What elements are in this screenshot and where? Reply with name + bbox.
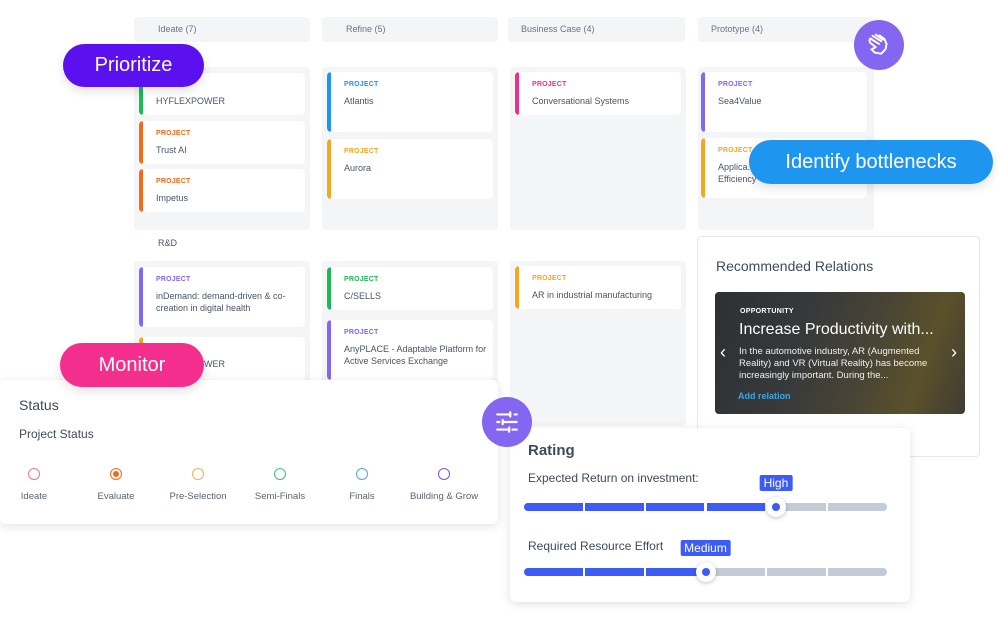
- slider-fill: [524, 503, 776, 511]
- card-title: Conversational Systems: [532, 96, 630, 106]
- project-status-label: Project Status: [19, 427, 94, 441]
- hand-pointer-icon: [854, 20, 904, 70]
- slider-value-tooltip: Medium: [680, 540, 731, 556]
- card-kind: PROJECT: [156, 276, 191, 283]
- project-card[interactable]: PROJECT inDemand: demand-driven & co-cre…: [139, 267, 305, 327]
- recommendation-description: In the automotive industry, AR (Augmente…: [739, 346, 928, 381]
- add-relation-link[interactable]: Add relation: [738, 391, 791, 401]
- card-kind: PROJECT: [156, 178, 191, 185]
- card-kind: PROJECT: [532, 275, 567, 282]
- card-title: Trust AI: [156, 145, 187, 155]
- lane-label-rnd: R&D: [158, 238, 178, 248]
- card-kind: PROJECT: [344, 329, 379, 336]
- card-kind: PROJECT: [718, 81, 753, 88]
- project-card[interactable]: PROJECT Aurora: [327, 139, 493, 199]
- slider-fill: [524, 568, 706, 576]
- project-card[interactable]: PROJECT Impetus: [139, 169, 305, 212]
- card-title: AR in industrial manufacturing: [532, 290, 653, 300]
- project-card[interactable]: PROJECT AR in industrial manufacturing: [515, 266, 681, 309]
- card-title: Aurora: [344, 163, 372, 173]
- identify-bottlenecks-callout: Identify bottlenecks: [749, 140, 993, 184]
- sliders-icon: [482, 397, 532, 447]
- status-title: Status: [19, 397, 59, 413]
- card-color-bar: [701, 138, 705, 198]
- card-kind: PROJECT: [344, 148, 379, 155]
- column-header-business-case[interactable]: Business Case (4): [508, 17, 685, 42]
- status-radio[interactable]: [28, 468, 40, 480]
- card-color-bar: [327, 139, 331, 199]
- column-header-ideate[interactable]: Ideate (7): [134, 17, 310, 42]
- slider-segment: [828, 568, 887, 576]
- column-header-prototype[interactable]: Prototype (4): [698, 17, 874, 42]
- card-color-bar: [139, 121, 143, 164]
- card-kind: PROJECT: [344, 276, 379, 283]
- roi-label: Expected Return on investment:: [528, 471, 699, 485]
- project-card[interactable]: PROJECT Atlantis: [327, 72, 493, 132]
- slider-segment: [767, 568, 827, 576]
- card-title: Atlantis: [344, 96, 374, 106]
- project-card[interactable]: PROJECT Sea4Value: [701, 72, 867, 132]
- recommendation-kind: OPPORTUNITY: [740, 308, 794, 315]
- column-header-refine[interactable]: Refine (5): [322, 17, 498, 42]
- card-color-bar: [515, 72, 519, 115]
- carousel-next-icon[interactable]: ›: [951, 342, 957, 363]
- project-card[interactable]: PROJECT AnyPLACE - Adaptable Platform fo…: [327, 320, 493, 380]
- rating-title: Rating: [528, 442, 575, 459]
- card-title: inDemand: demand-driven & co-creation in…: [156, 291, 286, 313]
- rating-panel: Rating Expected Return on investment: Hi…: [510, 428, 910, 602]
- card-color-bar: [327, 72, 331, 132]
- status-radio[interactable]: [110, 468, 122, 480]
- card-color-bar: [701, 72, 705, 132]
- card-color-bar: [515, 266, 519, 309]
- slider-value-tooltip: High: [759, 475, 793, 491]
- status-panel: Status Project Status Ideate Evaluate Pre-…: [0, 380, 498, 524]
- card-kind: PROJECT: [532, 81, 567, 88]
- monitor-callout: Monitor: [60, 343, 204, 387]
- card-title: AnyPLACE - Adaptable Platform for Active…: [344, 344, 487, 366]
- status-option[interactable]: Building & Grow: [394, 468, 494, 502]
- card-kind: PROJECT: [718, 147, 753, 154]
- slider-segment: [828, 503, 887, 511]
- status-radio[interactable]: [192, 468, 204, 480]
- recommended-relations-title: Recommended Relations: [716, 258, 874, 274]
- prioritize-callout: Prioritize: [63, 44, 204, 87]
- effort-label: Required Resource Effort: [528, 539, 664, 553]
- status-radio[interactable]: [274, 468, 286, 480]
- card-title: HYFLEXPOWER: [156, 96, 226, 106]
- card-color-bar: [327, 320, 331, 380]
- card-color-bar: [139, 169, 143, 212]
- carousel-prev-icon[interactable]: ‹: [720, 342, 726, 363]
- card-color-bar: [327, 267, 331, 310]
- status-radio[interactable]: [356, 468, 368, 480]
- project-card[interactable]: PROJECT Trust AI: [139, 121, 305, 164]
- recommendation-headline: Increase Productivity with...: [739, 321, 934, 338]
- card-title: C/SELLS: [344, 291, 382, 301]
- card-title: Impetus: [156, 193, 189, 203]
- slider-thumb[interactable]: [765, 497, 786, 517]
- status-option-label: Building & Grow: [409, 491, 479, 502]
- project-card[interactable]: PROJECT Conversational Systems: [515, 72, 681, 115]
- card-color-bar: [139, 267, 143, 327]
- recommended-relations-panel: Recommended Relations ‹ › OPPORTUNITY In…: [697, 236, 980, 457]
- effort-slider[interactable]: Medium: [524, 540, 887, 582]
- project-card[interactable]: PROJECT C/SELLS: [327, 267, 493, 310]
- slider-thumb[interactable]: [695, 562, 716, 582]
- recommendation-carousel-card[interactable]: ‹ › OPPORTUNITY Increase Productivity wi…: [715, 292, 965, 414]
- roi-slider[interactable]: High: [524, 475, 887, 517]
- card-title: Sea4Value: [718, 96, 762, 106]
- status-radio[interactable]: [438, 468, 450, 480]
- card-kind: PROJECT: [156, 130, 191, 137]
- card-kind: PROJECT: [344, 81, 379, 88]
